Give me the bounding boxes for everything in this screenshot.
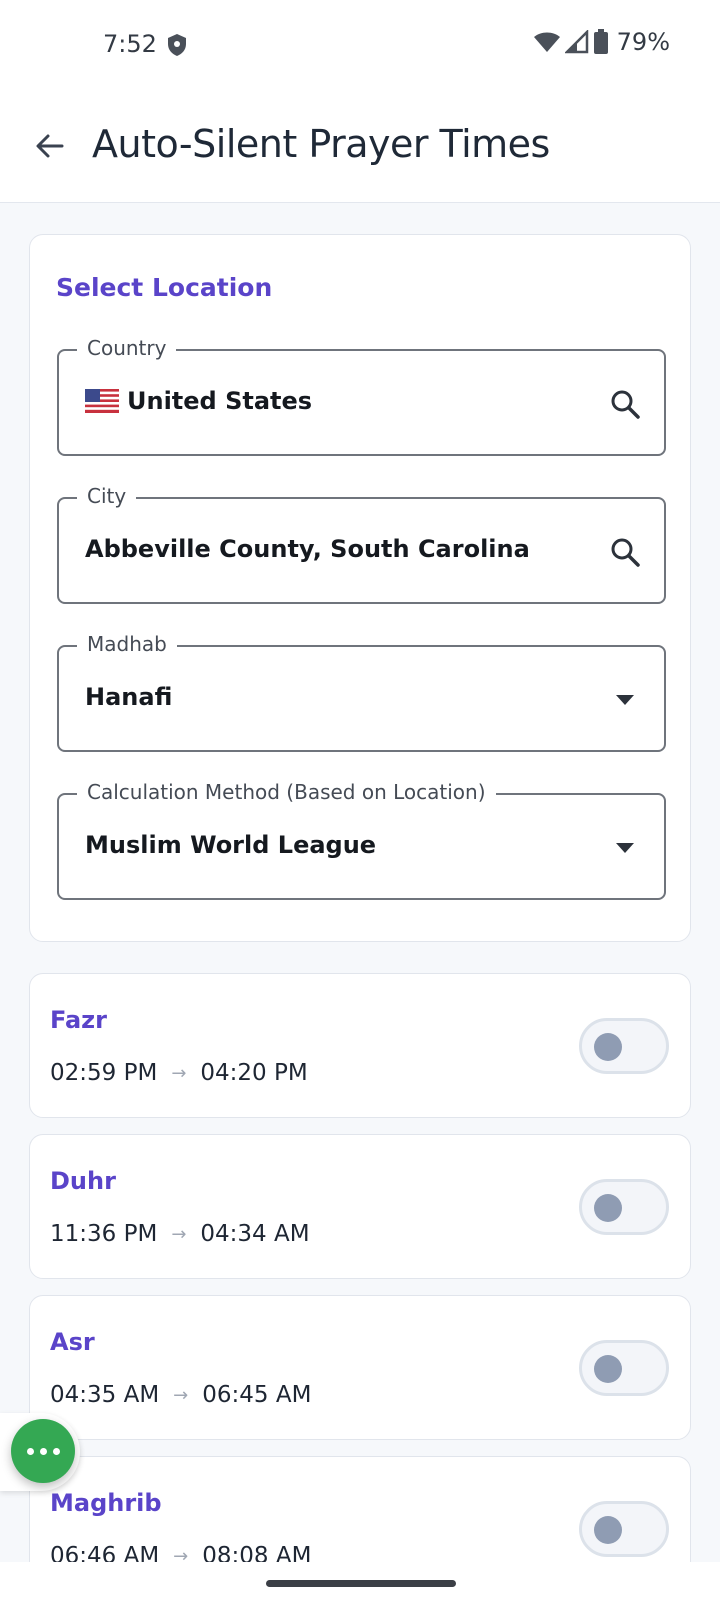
- system-nav-bar: [0, 1562, 720, 1600]
- home-gesture-handle[interactable]: [266, 1580, 456, 1587]
- section-title: Select Location: [56, 273, 273, 302]
- dropdown-arrow-icon[interactable]: [614, 841, 636, 855]
- end-time: 06:45 AM: [202, 1382, 312, 1408]
- calculation-method-label: Calculation Method (Based on Location): [77, 780, 496, 804]
- silent-toggle-asr[interactable]: [579, 1340, 669, 1396]
- prayer-name: Maghrib: [50, 1489, 162, 1517]
- toggle-knob: [594, 1516, 622, 1544]
- search-icon[interactable]: [608, 387, 642, 421]
- arrow-right-icon: →: [171, 1223, 187, 1245]
- toggle-knob: [594, 1033, 622, 1061]
- prayer-card-fazr: Fazr 02:59 PM → 04:20 PM: [29, 973, 691, 1118]
- arrow-right-icon: →: [173, 1384, 189, 1406]
- madhab-label: Madhab: [77, 632, 177, 656]
- madhab-value: Hanafi: [85, 683, 173, 711]
- silent-toggle-maghrib[interactable]: [579, 1501, 669, 1557]
- prayer-card-duhr: Duhr 11:36 PM → 04:34 AM: [29, 1134, 691, 1279]
- shield-icon: [168, 34, 186, 56]
- city-value: Abbeville County, South Carolina: [85, 535, 530, 563]
- country-value: United States: [127, 387, 313, 415]
- prayer-time-range: 02:59 PM → 04:20 PM: [50, 1060, 308, 1086]
- dropdown-arrow-icon[interactable]: [614, 693, 636, 707]
- back-arrow-icon[interactable]: [32, 128, 68, 164]
- status-time: 7:52: [103, 30, 157, 58]
- search-icon[interactable]: [608, 535, 642, 569]
- calculation-method-select[interactable]: Calculation Method (Based on Location) M…: [57, 780, 666, 900]
- country-label: Country: [77, 336, 177, 360]
- arrow-right-icon: →: [171, 1062, 187, 1084]
- status-indicators: 79%: [533, 28, 670, 56]
- city-field[interactable]: City Abbeville County, South Carolina: [57, 484, 666, 604]
- battery-percent: 79%: [616, 28, 670, 56]
- prayer-card-asr: Asr 04:35 AM → 06:45 AM: [29, 1295, 691, 1440]
- prayer-time-range: 04:35 AM → 06:45 AM: [50, 1382, 311, 1408]
- more-menu-button[interactable]: [11, 1419, 75, 1483]
- wifi-icon: [533, 32, 560, 52]
- page-title: Auto-Silent Prayer Times: [92, 122, 550, 166]
- silent-toggle-fazr[interactable]: [579, 1018, 669, 1074]
- calculation-method-value: Muslim World League: [85, 831, 377, 859]
- country-field[interactable]: Country United States: [57, 336, 666, 456]
- more-dots-icon: [26, 1447, 34, 1455]
- location-card: Select Location Country United States Ci…: [29, 234, 691, 942]
- toggle-knob: [594, 1194, 622, 1222]
- prayer-time-range: 11:36 PM → 04:34 AM: [50, 1221, 310, 1247]
- start-time: 11:36 PM: [50, 1221, 158, 1247]
- status-bar: 7:52 79%: [0, 0, 720, 90]
- start-time: 02:59 PM: [50, 1060, 158, 1086]
- battery-icon: [593, 29, 608, 54]
- silent-toggle-duhr[interactable]: [579, 1179, 669, 1235]
- us-flag-icon: [85, 389, 119, 413]
- cell-signal-icon: [564, 30, 588, 54]
- madhab-select[interactable]: Madhab Hanafi: [57, 632, 666, 752]
- toggle-knob: [594, 1355, 622, 1383]
- app-bar: Auto-Silent Prayer Times: [0, 90, 720, 203]
- prayer-name: Duhr: [50, 1167, 116, 1195]
- prayer-name: Asr: [50, 1328, 95, 1356]
- end-time: 04:34 AM: [200, 1221, 310, 1247]
- end-time: 04:20 PM: [200, 1060, 308, 1086]
- prayer-name: Fazr: [50, 1006, 107, 1034]
- city-label: City: [77, 484, 137, 508]
- start-time: 04:35 AM: [50, 1382, 160, 1408]
